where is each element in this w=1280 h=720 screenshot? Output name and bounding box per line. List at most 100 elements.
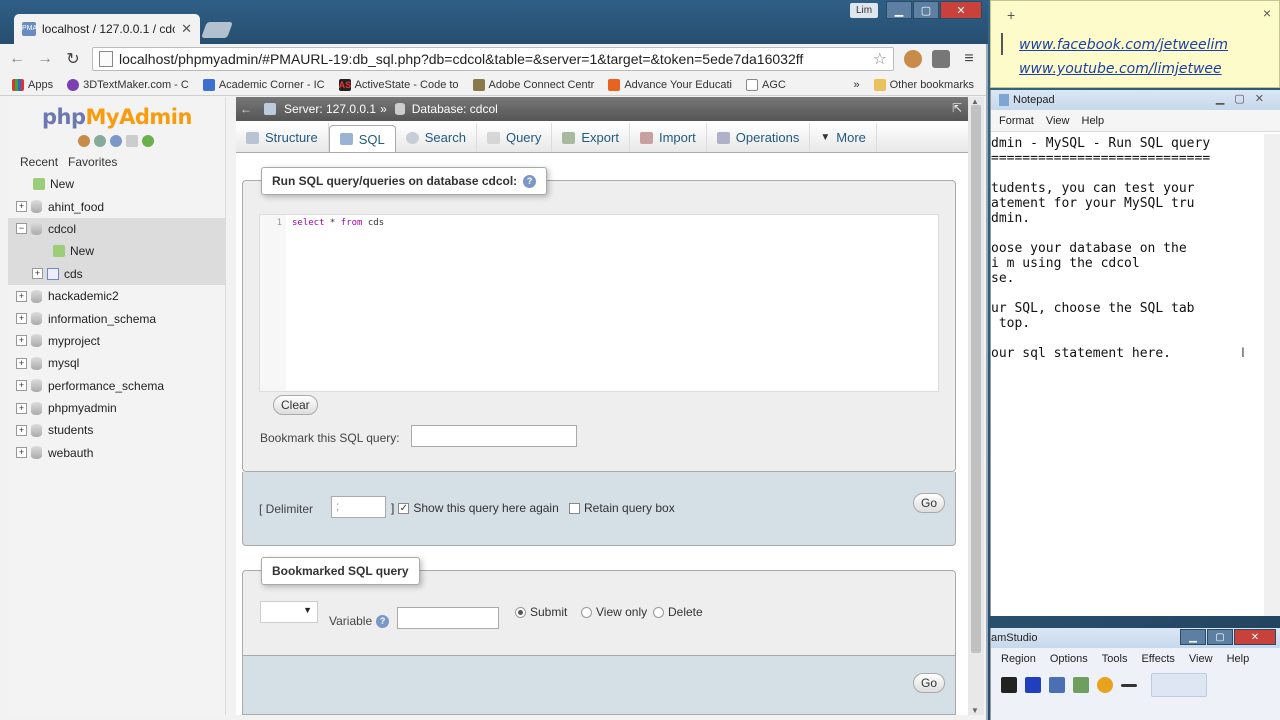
bookmark-input[interactable] bbox=[411, 425, 577, 447]
expand-icon[interactable]: + bbox=[16, 424, 27, 436]
expand-icon[interactable]: + bbox=[16, 290, 27, 302]
minimize-button[interactable]: ▁ bbox=[1216, 92, 1224, 105]
tree-db-students[interactable]: + students bbox=[8, 419, 226, 441]
menu-view[interactable]: View bbox=[1046, 115, 1070, 127]
menu-view[interactable]: View bbox=[1189, 653, 1213, 665]
expand-icon[interactable]: + bbox=[16, 380, 27, 392]
exit-icon[interactable] bbox=[94, 135, 106, 147]
extension-icon[interactable] bbox=[932, 50, 950, 68]
menu-help[interactable]: Help bbox=[1227, 653, 1250, 665]
home-icon[interactable] bbox=[78, 135, 90, 147]
other-bookmarks[interactable]: Other bookmarks bbox=[873, 78, 974, 91]
tree-db-ahint-food[interactable]: + ahint_food bbox=[8, 195, 226, 217]
bookmark-select[interactable]: ▼ bbox=[260, 601, 318, 623]
tree-db-information-schema[interactable]: + information_schema bbox=[8, 307, 226, 329]
recent-tab[interactable]: Recent bbox=[20, 155, 58, 169]
bookmark-agc[interactable]: AGC bbox=[745, 78, 786, 91]
tab-operations[interactable]: Operations bbox=[707, 123, 811, 152]
tab-sql[interactable]: SQL bbox=[328, 125, 396, 152]
tab-search[interactable]: Search bbox=[396, 123, 477, 152]
tab-query[interactable]: Query bbox=[477, 123, 553, 152]
address-bar[interactable]: localhost/phpmyadmin/#PMAURL-19:db_sql.p… bbox=[92, 47, 894, 71]
expand-icon[interactable]: + bbox=[16, 447, 27, 459]
browser-tab[interactable]: PMA localhost / 127.0.0.1 / cdcol ✕ bbox=[14, 14, 200, 44]
sql-code[interactable]: select * from cds bbox=[292, 218, 384, 228]
favorites-tab[interactable]: Favorites bbox=[68, 155, 117, 169]
show-query-checkbox[interactable]: ] ✓ Show this query here again bbox=[391, 501, 559, 515]
bookmark-3dtextmaker[interactable]: 3DTextMaker.com - C bbox=[67, 78, 189, 91]
close-window-button[interactable]: ✕ bbox=[940, 1, 982, 19]
bookmark-academic-corner[interactable]: Academic Corner - IC bbox=[202, 78, 325, 91]
maximize-button[interactable]: ▢ bbox=[913, 1, 939, 19]
reload-button[interactable]: ↻ bbox=[64, 49, 82, 69]
breadcrumb-database[interactable]: Database: cdcol bbox=[412, 102, 498, 116]
tree-db-cdcol[interactable]: − cdcol bbox=[8, 217, 226, 241]
radio-delete[interactable]: Delete bbox=[653, 605, 703, 619]
collapse-icon[interactable]: − bbox=[16, 223, 27, 235]
expand-icon[interactable]: + bbox=[16, 402, 27, 414]
more-bookmarks-button[interactable]: » bbox=[854, 79, 860, 91]
close-button[interactable]: ✕ bbox=[1234, 629, 1276, 645]
clear-button[interactable]: Clear bbox=[273, 395, 318, 415]
tab-export[interactable]: Export bbox=[552, 123, 630, 152]
menu-region[interactable]: Region bbox=[1001, 653, 1036, 665]
bookmark-star-icon[interactable]: ☆ bbox=[873, 49, 887, 69]
maximize-panel-icon[interactable]: ⇱ bbox=[952, 101, 962, 115]
back-button[interactable]: ← bbox=[8, 50, 26, 68]
help-icon[interactable] bbox=[110, 135, 122, 147]
bookmark-adobe-connect[interactable]: Adobe Connect Centr bbox=[472, 78, 594, 91]
radio-view-only[interactable]: View only bbox=[581, 605, 647, 619]
expand-icon[interactable]: + bbox=[16, 313, 27, 325]
minimize-button[interactable]: ▁ bbox=[1180, 629, 1206, 645]
close-tab-icon[interactable]: ✕ bbox=[181, 21, 192, 37]
close-note-icon[interactable]: × bbox=[1263, 5, 1271, 21]
breadcrumb-server[interactable]: Server: 127.0.0.1 bbox=[284, 102, 376, 116]
new-tab-button[interactable] bbox=[201, 22, 233, 38]
docs-icon[interactable] bbox=[126, 135, 138, 147]
tab-import[interactable]: Import bbox=[630, 123, 707, 152]
maximize-button[interactable]: ▢ bbox=[1207, 629, 1233, 645]
go-bookmark-button[interactable]: Go bbox=[913, 673, 946, 693]
expand-icon[interactable]: + bbox=[16, 335, 27, 347]
facebook-link[interactable]: www.facebook.com/jetweelim bbox=[1019, 37, 1228, 53]
annotate-icon[interactable] bbox=[1073, 677, 1089, 693]
tab-more[interactable]: ▼ More bbox=[810, 123, 877, 152]
scroll-down-icon[interactable]: ▼ bbox=[971, 706, 979, 715]
reload-nav-icon[interactable] bbox=[142, 135, 154, 147]
forward-button[interactable]: → bbox=[36, 50, 54, 68]
tree-db-phpmyadmin[interactable]: + phpmyadmin bbox=[8, 397, 226, 419]
sql-editor[interactable]: 1 select * from cds bbox=[259, 214, 939, 392]
menu-format[interactable]: Format bbox=[999, 115, 1034, 127]
tree-db-hackademic2[interactable]: + hackademic2 bbox=[8, 285, 226, 307]
options-gear-icon[interactable] bbox=[1097, 677, 1113, 693]
youtube-link[interactable]: www.youtube.com/limjetwee bbox=[1019, 61, 1222, 77]
tree-new-database[interactable]: New bbox=[8, 173, 226, 195]
checkmark-icon[interactable]: ✓ bbox=[398, 502, 410, 514]
notepad-scrollbar[interactable] bbox=[1264, 134, 1280, 616]
tree-table-cds[interactable]: + cds bbox=[8, 262, 226, 285]
menu-effects[interactable]: Effects bbox=[1141, 653, 1174, 665]
expand-icon[interactable]: + bbox=[16, 357, 27, 369]
menu-options[interactable]: Options bbox=[1050, 653, 1088, 665]
bookmark-activestate[interactable]: AS ActiveState - Code to bbox=[338, 78, 459, 91]
retain-query-checkbox[interactable]: Retain query box bbox=[569, 501, 675, 515]
pause-icon[interactable] bbox=[1001, 677, 1017, 693]
bookmark-apps[interactable]: Apps bbox=[12, 78, 53, 91]
expand-icon[interactable]: + bbox=[32, 268, 43, 280]
menu-help[interactable]: Help bbox=[1082, 115, 1105, 127]
expand-icon[interactable]: + bbox=[16, 201, 27, 213]
notepad-text[interactable]: dmin - MySQL - Run SQL query ===========… bbox=[991, 134, 1265, 616]
maximize-button[interactable]: ▢ bbox=[1234, 92, 1244, 105]
bookmark-advance-education[interactable]: Advance Your Educati bbox=[608, 78, 732, 91]
page-scrollbar[interactable]: ▲ ▼ bbox=[968, 97, 984, 715]
add-note-icon[interactable]: + bbox=[1007, 7, 1015, 23]
stop-icon[interactable] bbox=[1025, 677, 1041, 693]
radio-submit[interactable]: Submit bbox=[515, 605, 567, 619]
cursor-icon[interactable] bbox=[1121, 683, 1137, 687]
minimize-button[interactable]: ▁ bbox=[886, 1, 912, 19]
tree-db-mysql[interactable]: + mysql bbox=[8, 352, 226, 374]
tree-db-webauth[interactable]: + webauth bbox=[8, 442, 226, 464]
menu-icon[interactable]: ≡ bbox=[960, 50, 978, 68]
tree-db-myproject[interactable]: + myproject bbox=[8, 330, 226, 352]
variable-input[interactable] bbox=[397, 607, 499, 629]
